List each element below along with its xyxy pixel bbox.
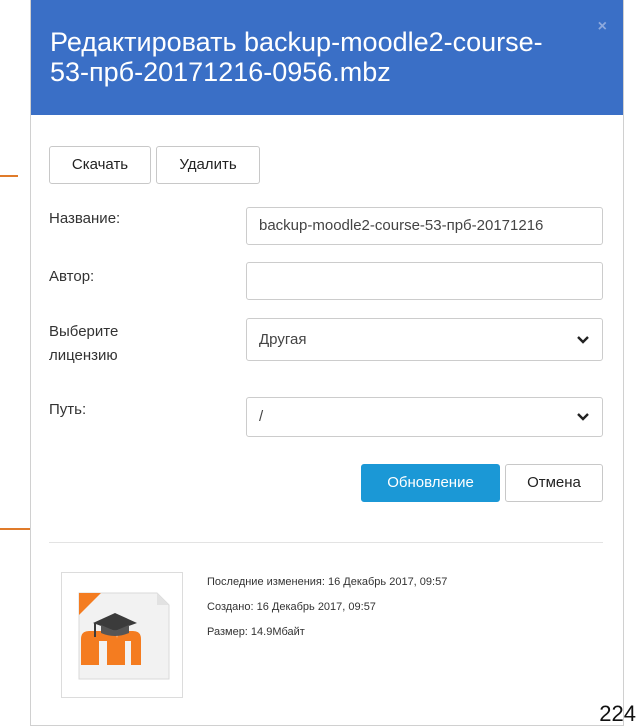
dialog-header: Редактировать backup-moodle2-course-53-п… — [31, 0, 623, 115]
chevron-down-icon — [577, 335, 589, 344]
edit-file-dialog: Редактировать backup-moodle2-course-53-п… — [30, 0, 624, 726]
name-field[interactable]: backup-moodle2-course-53-прб-20171216 — [246, 207, 603, 245]
moodle-file-icon — [78, 592, 170, 680]
license-select[interactable]: Другая — [246, 318, 603, 361]
close-icon[interactable]: × — [598, 18, 607, 36]
created-info: Создано: 16 Декабрь 2017, 09:57 — [207, 601, 376, 613]
file-thumbnail — [61, 572, 183, 698]
path-select-value: / — [259, 408, 264, 425]
author-field[interactable] — [246, 262, 603, 300]
path-label: Путь: — [49, 401, 87, 418]
name-label: Название: — [49, 210, 121, 227]
path-select[interactable]: / — [246, 397, 603, 437]
delete-button[interactable]: Удалить — [156, 146, 260, 184]
author-label: Автор: — [49, 268, 95, 285]
cancel-button[interactable]: Отмена — [505, 464, 603, 502]
modified-info: Последние изменения: 16 Декабрь 2017, 09… — [207, 576, 448, 588]
size-info: Размер: 14.9Мбайт — [207, 626, 305, 638]
license-select-value: Другая — [259, 331, 307, 348]
license-label: Выберите лицензию — [49, 323, 119, 364]
page-number: 224 — [599, 701, 636, 726]
update-button[interactable]: Обновление — [361, 464, 500, 502]
download-button[interactable]: Скачать — [49, 146, 151, 184]
divider — [49, 542, 603, 543]
annotation-line — [0, 175, 18, 177]
dialog-title: Редактировать backup-moodle2-course-53-п… — [50, 27, 543, 87]
chevron-down-icon — [577, 413, 589, 421]
